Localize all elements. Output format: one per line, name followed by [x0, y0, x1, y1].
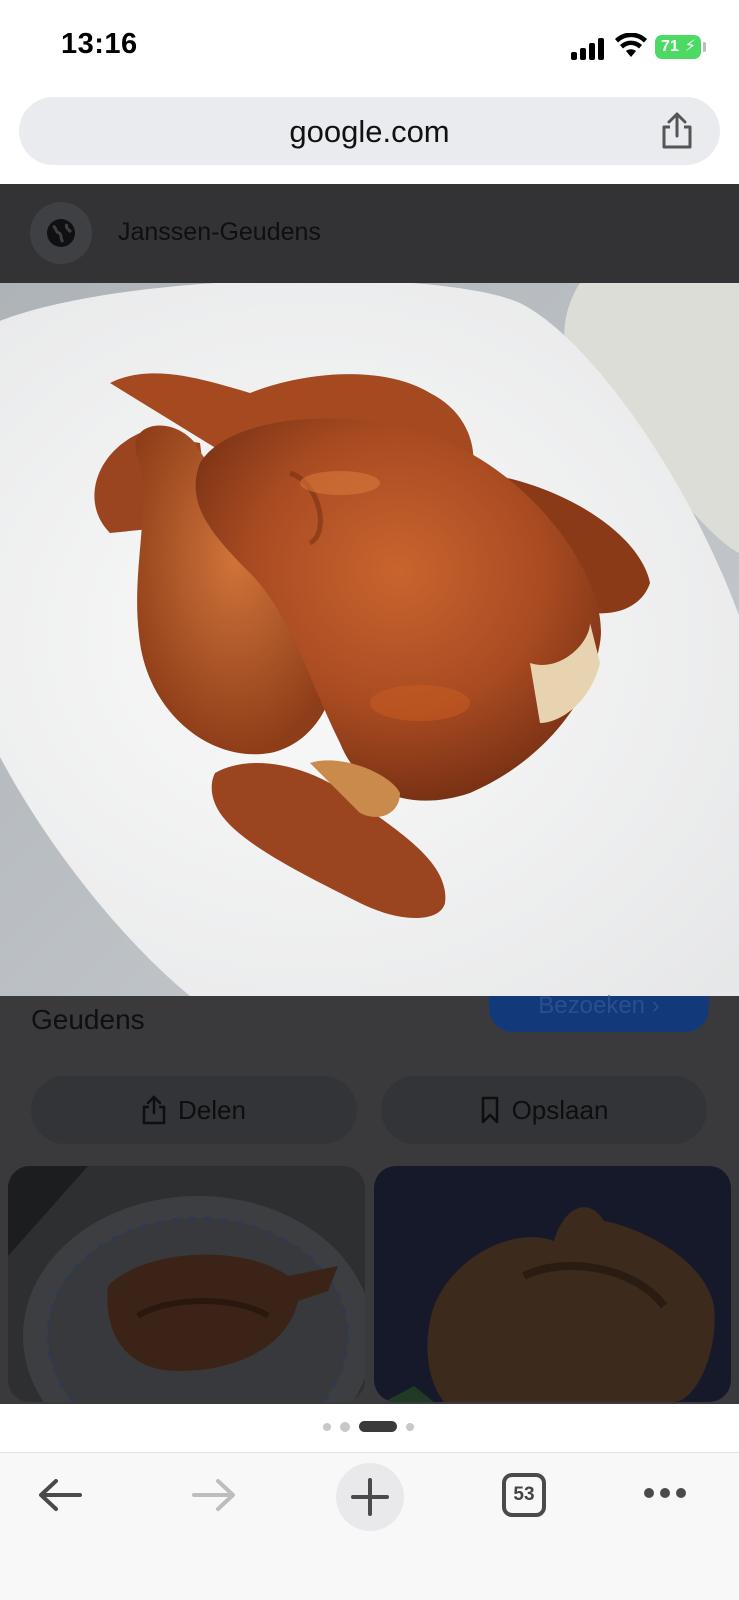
- battery-level: 71: [661, 38, 679, 55]
- share-button[interactable]: Delen: [31, 1076, 357, 1144]
- related-image-2[interactable]: [374, 1166, 731, 1402]
- visit-button-label: Bezoeken: [538, 992, 646, 1019]
- bottom-toolbar: 53: [0, 1452, 739, 1600]
- new-tab-button[interactable]: [336, 1463, 404, 1531]
- result-title[interactable]: Geudens: [31, 1004, 145, 1036]
- page-dot: [340, 1422, 350, 1432]
- share-button-label: Delen: [178, 1094, 246, 1125]
- url-text[interactable]: google.com: [19, 114, 720, 150]
- more-icon[interactable]: [642, 1485, 688, 1506]
- save-button-label: Opslaan: [511, 1094, 609, 1125]
- main-image-roast-chicken[interactable]: [0, 283, 739, 996]
- address-bar[interactable]: google.com: [19, 97, 720, 165]
- page-dot-active: [359, 1421, 397, 1432]
- related-image-1[interactable]: [8, 1166, 365, 1402]
- cellular-signal-icon: [571, 36, 605, 60]
- result-details: Bezoeken › Geudens Delen Opslaan: [0, 994, 739, 1404]
- tab-switcher-button[interactable]: 53: [502, 1473, 546, 1517]
- page-dot: [323, 1423, 331, 1431]
- globe-icon: [30, 202, 92, 264]
- status-bar: 13:16 71 ⚡: [0, 0, 739, 92]
- charging-bolt-icon: ⚡: [684, 38, 696, 55]
- share-icon[interactable]: [658, 111, 696, 151]
- page-indicator: [0, 1406, 739, 1446]
- bookmark-icon: [481, 1096, 498, 1124]
- plus-icon: [351, 1478, 389, 1516]
- visit-button[interactable]: Bezoeken ›: [489, 994, 709, 1032]
- browser-page: 13:16 71 ⚡ google.com Janssen-Geudens Be…: [0, 0, 739, 1600]
- source-header[interactable]: Janssen-Geudens: [0, 184, 739, 283]
- image-viewer: Janssen-Geudens Bezoeken › Geudens Delen…: [0, 184, 739, 1404]
- status-time: 13:16: [61, 28, 138, 60]
- wifi-icon: [614, 32, 648, 64]
- battery-tip: [703, 42, 706, 52]
- back-arrow-icon[interactable]: [36, 1473, 84, 1522]
- battery-indicator: 71 ⚡: [655, 35, 701, 59]
- source-name[interactable]: Janssen-Geudens: [118, 218, 321, 247]
- page-dot: [406, 1423, 414, 1431]
- share-icon: [142, 1095, 166, 1125]
- forward-arrow-icon[interactable]: [190, 1473, 238, 1522]
- save-button[interactable]: Opslaan: [381, 1076, 707, 1144]
